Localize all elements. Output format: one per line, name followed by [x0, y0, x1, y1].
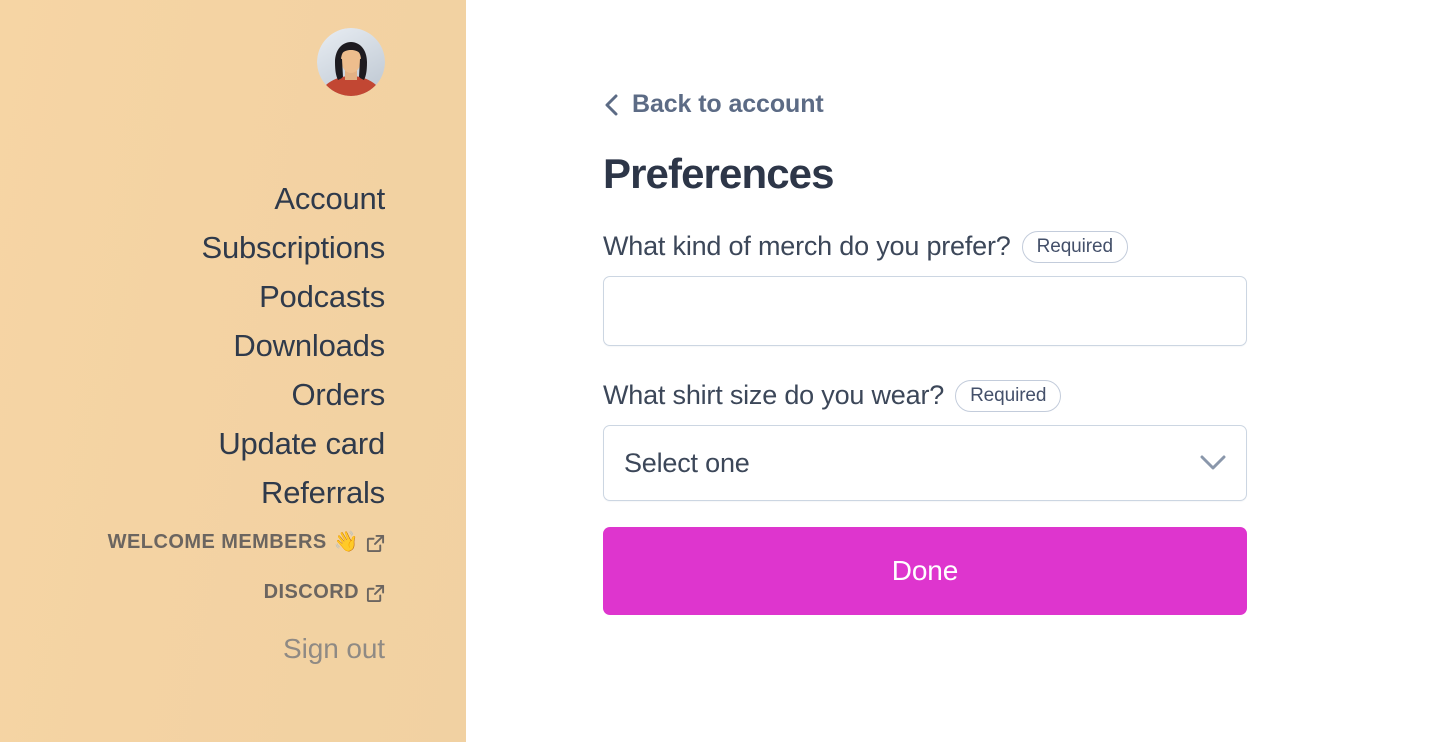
- sidebar-item-account[interactable]: Account: [274, 174, 385, 223]
- sidebar-item-discord[interactable]: DISCORD: [264, 567, 385, 617]
- preferences-form: Back to account Preferences What kind of…: [603, 90, 1247, 615]
- sidebar-nav: Account Subscriptions Podcasts Downloads…: [0, 174, 386, 669]
- merch-preference-input[interactable]: [603, 276, 1247, 346]
- shirt-size-question-label: What shirt size do you wear? Required: [603, 377, 1247, 413]
- avatar[interactable]: [317, 28, 385, 96]
- chevron-left-icon: [603, 94, 620, 116]
- required-badge: Required: [1021, 231, 1128, 263]
- shirt-size-select-wrapper: Select one: [603, 425, 1247, 501]
- back-link-label: Back to account: [632, 90, 824, 118]
- merch-question-label: What kind of merch do you prefer? Requir…: [603, 228, 1247, 264]
- sidebar-item-label: WELCOME MEMBERS: [107, 531, 327, 553]
- external-link-icon: [366, 534, 385, 553]
- sidebar-item-subscriptions[interactable]: Subscriptions: [202, 223, 386, 272]
- sidebar-item-referrals[interactable]: Referrals: [261, 468, 385, 517]
- sidebar-item-welcome-members[interactable]: WELCOME MEMBERS 👋: [108, 517, 385, 567]
- sign-out-button[interactable]: Sign out: [283, 629, 385, 669]
- waving-hand-icon: 👋: [333, 531, 359, 553]
- merch-question-text: What kind of merch do you prefer?: [603, 231, 1011, 261]
- preferences-page: Account Subscriptions Podcasts Downloads…: [0, 0, 1440, 742]
- external-link-icon: [366, 584, 385, 603]
- chevron-down-icon: [1200, 455, 1226, 471]
- sidebar-item-orders[interactable]: Orders: [291, 370, 385, 419]
- sidebar-item-update-card[interactable]: Update card: [218, 419, 385, 468]
- done-button[interactable]: Done: [603, 527, 1247, 615]
- shirt-size-select[interactable]: Select one: [603, 425, 1247, 501]
- back-to-account-link[interactable]: Back to account: [603, 90, 1247, 119]
- sidebar: Account Subscriptions Podcasts Downloads…: [0, 0, 466, 742]
- sidebar-item-downloads[interactable]: Downloads: [233, 321, 385, 370]
- sidebar-item-label: DISCORD: [263, 581, 359, 603]
- shirt-size-question-text: What shirt size do you wear?: [603, 380, 945, 410]
- sidebar-item-podcasts[interactable]: Podcasts: [259, 272, 385, 321]
- required-badge: Required: [955, 380, 1062, 412]
- main-content: Back to account Preferences What kind of…: [466, 0, 1440, 742]
- shirt-size-selected-value: Select one: [624, 447, 750, 478]
- page-title: Preferences: [603, 150, 835, 197]
